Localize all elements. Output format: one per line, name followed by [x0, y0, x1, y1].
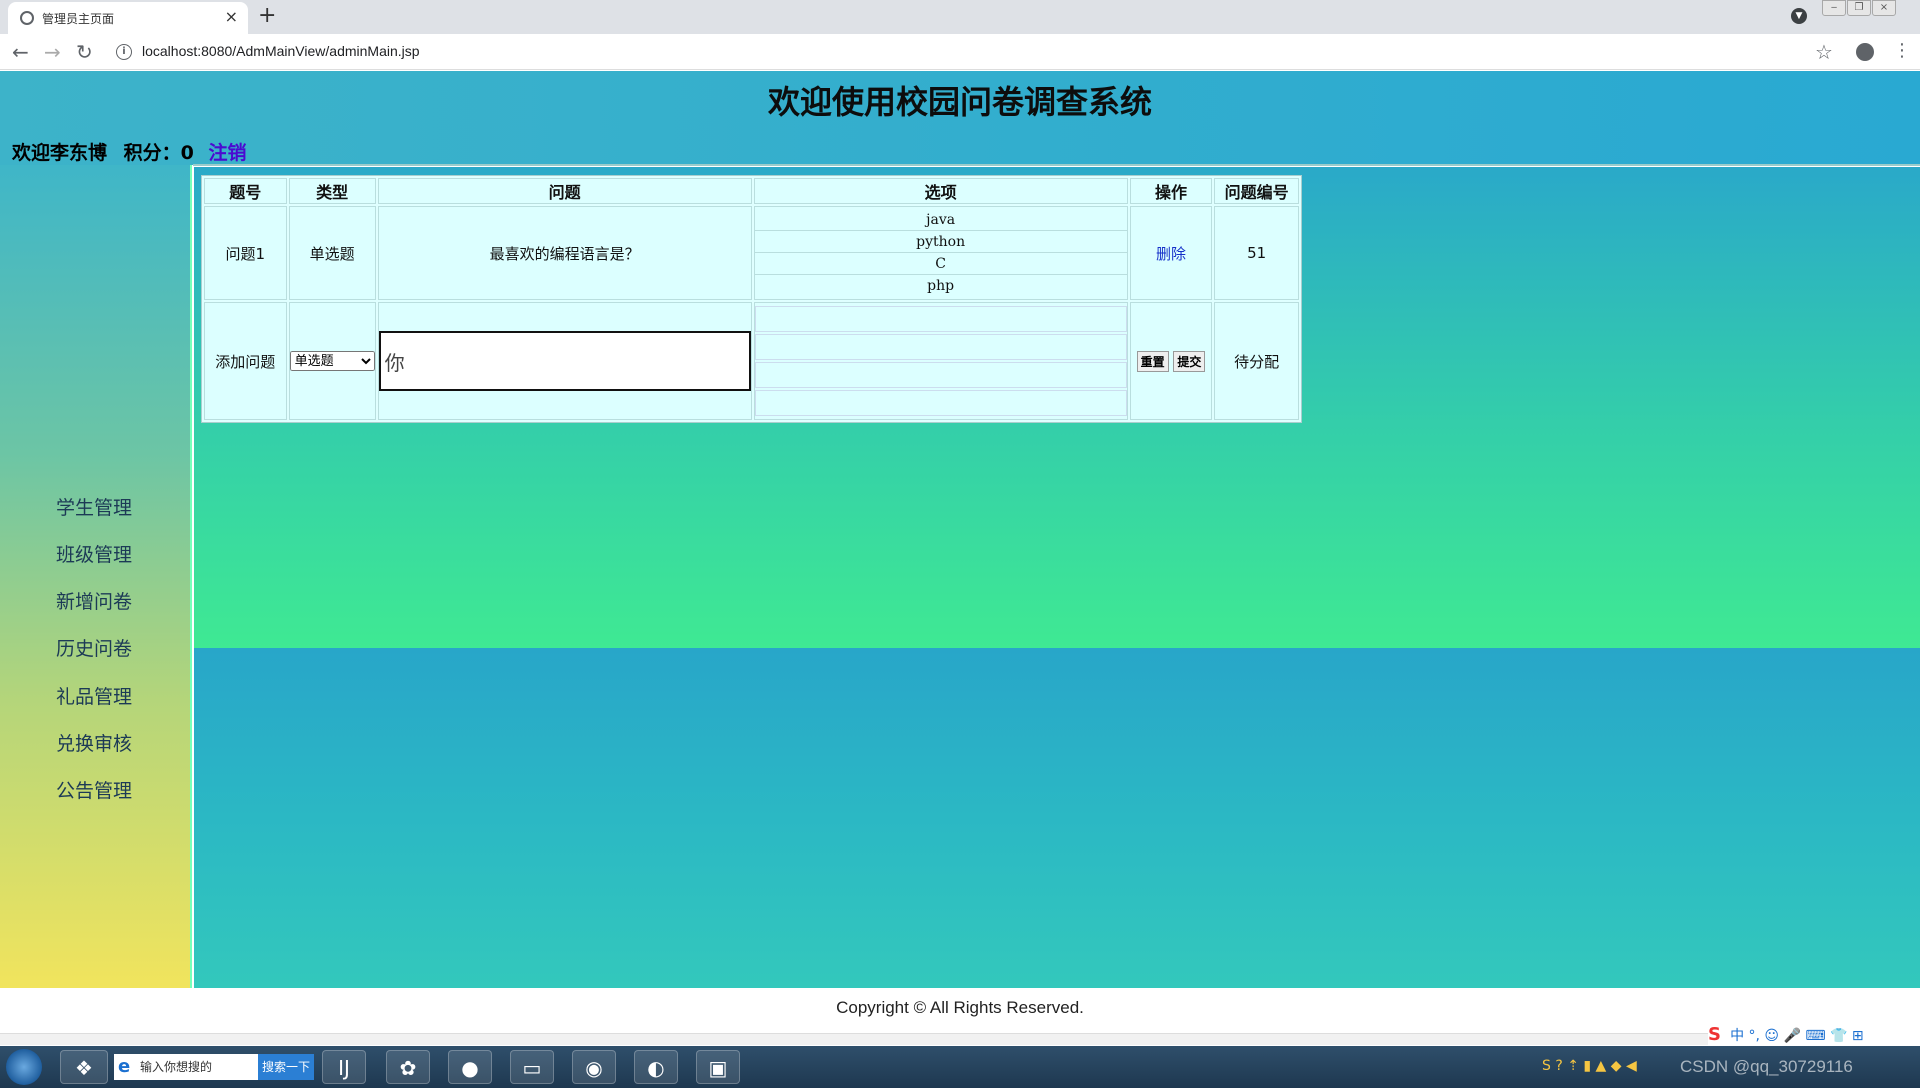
question-input[interactable] — [378, 331, 751, 391]
close-window-button[interactable]: × — [1872, 0, 1896, 16]
tab-search-icon[interactable]: ▼ — [1791, 8, 1807, 24]
question-id-status: 待分配 — [1214, 302, 1299, 420]
tab-title: 管理员主页面 — [42, 12, 115, 26]
option-input-1[interactable] — [754, 306, 1127, 332]
profile-icon[interactable] — [1856, 43, 1874, 61]
ie-icon: e — [118, 1056, 131, 1077]
points-label: 积分：0 — [123, 142, 194, 164]
copyright-text: Copyright © All Rights Reserved. — [836, 998, 1084, 1017]
add-question-label: 添加问题 — [204, 302, 287, 420]
option-inputs-cell — [753, 302, 1128, 420]
col-header-options: 选项 — [753, 178, 1128, 204]
table-header-row: 题号 类型 问题 选项 操作 问题编号 — [204, 178, 1299, 204]
logout-link[interactable]: 注销 — [209, 142, 247, 164]
delete-link[interactable]: 删除 — [1156, 245, 1186, 263]
col-header-type: 类型 — [288, 178, 376, 204]
question-id: 51 — [1214, 206, 1299, 300]
app-icon-orange[interactable]: ✿ — [386, 1050, 430, 1084]
option-item: C — [754, 253, 1127, 275]
add-actions-cell: 重置 提交 — [1129, 302, 1213, 420]
tray-icons[interactable]: S ? ⇡ ▮ ▲ ◆ ◀ — [1542, 1058, 1637, 1074]
sidebar-item-exchange-review[interactable]: 兑换审核 — [56, 729, 132, 756]
app-icon-window[interactable]: ▣ — [696, 1050, 740, 1084]
sidebar-item-announcement-management[interactable]: 公告管理 — [56, 776, 132, 803]
option-input-3[interactable] — [754, 362, 1127, 388]
type-cell: 单选题 — [288, 302, 376, 420]
option-item: php — [927, 278, 955, 294]
system-tray: S ? ⇡ ▮ ▲ ◆ ◀ CSDN @qq_30729116 — [1530, 1046, 1920, 1088]
ime-status[interactable]: 中 °, ☺ 🎤 ⌨ 👕 ⊞ — [1730, 1028, 1864, 1044]
option-item: python — [754, 231, 1127, 253]
taskbar-search-input[interactable]: e 输入你想搜的 — [114, 1054, 258, 1080]
option-input-2[interactable] — [754, 334, 1127, 360]
question-input-cell — [377, 302, 752, 420]
question-number: 问题1 — [204, 206, 287, 300]
browser-tab[interactable]: 管理员主页面 × — [8, 2, 248, 34]
question-options: java python C php — [753, 206, 1128, 300]
sogou-ime-icon[interactable]: S — [1708, 1024, 1721, 1045]
page-title: 欢迎使用校园问卷调查系统 — [767, 83, 1152, 121]
minimize-button[interactable]: ‒ — [1822, 0, 1846, 16]
reset-button[interactable]: 重置 — [1136, 350, 1169, 372]
file-explorer-icon[interactable]: ▭ — [510, 1050, 554, 1084]
maximize-button[interactable]: ❐ — [1847, 0, 1871, 16]
col-header-question: 问题 — [377, 178, 752, 204]
reload-icon[interactable]: ↻ — [76, 40, 93, 64]
sidebar-item-new-survey[interactable]: 新增问卷 — [56, 587, 132, 614]
sidebar-item-gift-management[interactable]: 礼品管理 — [56, 682, 132, 709]
forward-icon[interactable]: → — [44, 40, 61, 64]
header-banner: 欢迎使用校园问卷调查系统 欢迎李东博 积分：0 注销 — [0, 71, 1920, 165]
question-table: 题号 类型 问题 选项 操作 问题编号 问题1 单选题 最喜欢的编程语言是？ j… — [201, 175, 1302, 423]
watermark-text: CSDN @qq_30729116 — [1680, 1057, 1853, 1076]
site-info-icon[interactable]: i — [116, 44, 132, 60]
col-header-action: 操作 — [1129, 178, 1213, 204]
footer: Copyright © All Rights Reserved. — [0, 988, 1920, 1035]
globe-icon — [20, 11, 34, 25]
add-question-row: 添加问题 单选题 重置 提交 待分配 — [204, 302, 1299, 420]
sidebar-item-student-management[interactable]: 学生管理 — [56, 493, 132, 520]
question-text: 最喜欢的编程语言是？ — [377, 206, 752, 300]
bookmark-star-icon[interactable]: ☆ — [1815, 40, 1833, 64]
horizontal-scrollbar[interactable] — [0, 1033, 1920, 1045]
divider — [193, 164, 1920, 166]
main-content-lower — [194, 648, 1920, 988]
page-viewport: 欢迎使用校园问卷调查系统 欢迎李东博 积分：0 注销 学生管理 班级管理 新增问… — [0, 71, 1920, 1035]
app-icon-yellow[interactable]: ◐ — [634, 1050, 678, 1084]
chrome-icon[interactable]: ◉ — [572, 1050, 616, 1084]
action-cell: 删除 — [1129, 206, 1213, 300]
taskbar-search-button[interactable]: 搜索一下 — [258, 1054, 314, 1080]
ime-toolbar: S 中 °, ☺ 🎤 ⌨ 👕 ⊞ — [1708, 1024, 1920, 1046]
taskbar-search-placeholder: 输入你想搜的 — [140, 1060, 213, 1074]
welcome-bar: 欢迎李东博 积分：0 注销 — [12, 138, 247, 165]
option-item: java — [754, 209, 1127, 231]
browser-tab-strip: 管理员主页面 × + ▼ ‒ ❐ × — [0, 0, 1920, 34]
option-input-4[interactable] — [754, 390, 1127, 416]
back-icon[interactable]: ← — [12, 40, 29, 64]
start-button-icon[interactable] — [6, 1049, 42, 1085]
table-row: 问题1 单选题 最喜欢的编程语言是？ java python C php 删除 … — [204, 206, 1299, 300]
question-type-select[interactable]: 单选题 — [289, 351, 375, 372]
new-tab-button[interactable]: + — [258, 2, 276, 30]
sidebar-item-class-management[interactable]: 班级管理 — [56, 540, 132, 567]
close-tab-icon[interactable]: × — [225, 7, 238, 26]
welcome-user: 欢迎李东博 — [12, 142, 108, 164]
app-icon[interactable]: ❖ — [60, 1050, 108, 1084]
sidebar-item-history-survey[interactable]: 历史问卷 — [56, 634, 132, 661]
question-type: 单选题 — [288, 206, 376, 300]
sidebar: 学生管理 班级管理 新增问卷 历史问卷 礼品管理 兑换审核 公告管理 — [0, 165, 192, 988]
taskbar: ❖ e 输入你想搜的 搜索一下 IJ ✿ ● ▭ ◉ ◐ ▣ S ? ⇡ ▮ ▲… — [0, 1046, 1920, 1088]
intellij-icon[interactable]: IJ — [322, 1050, 366, 1084]
firefox-icon[interactable]: ● — [448, 1050, 492, 1084]
address-bar: ← → ↻ i localhost:8080/AdmMainView/admin… — [0, 34, 1920, 70]
browser-menu-icon[interactable]: ⋮ — [1893, 40, 1911, 61]
url-input[interactable]: localhost:8080/AdmMainView/adminMain.jsp — [142, 43, 420, 59]
col-header-number: 题号 — [204, 178, 287, 204]
submit-button[interactable]: 提交 — [1173, 350, 1206, 372]
col-header-question-id: 问题编号 — [1214, 178, 1299, 204]
